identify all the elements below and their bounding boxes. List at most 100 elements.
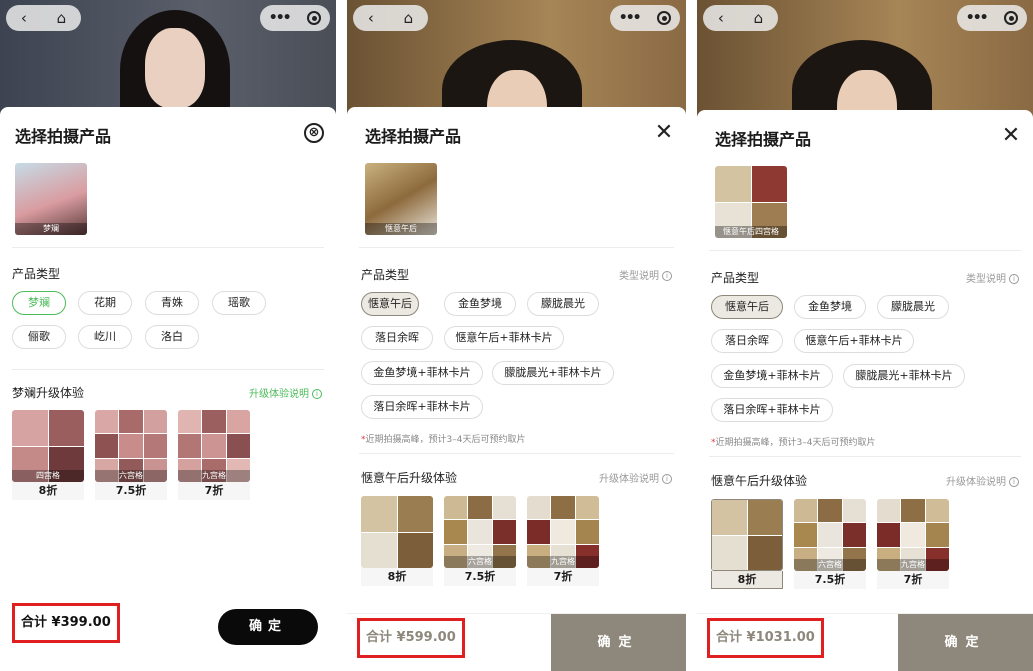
confirm-button[interactable]: 确定	[551, 614, 686, 671]
info-icon: i	[662, 474, 672, 484]
close-miniprogram-icon[interactable]	[657, 11, 672, 25]
chip-luobai[interactable]: 洛白	[145, 325, 199, 349]
upgrade-option-9grid[interactable]: 九宫格 7折	[178, 410, 250, 500]
upgrade-option-4grid[interactable]: 8折	[361, 496, 433, 586]
divider	[12, 247, 324, 248]
home-icon[interactable]: ⌂	[754, 10, 764, 26]
chip-menglong-chenguang[interactable]: 朦胧晨光	[877, 295, 949, 319]
upgrade-help-link[interactable]: 升级体验说明 i	[946, 473, 1019, 488]
product-sheet: 选择拍摄产品 ✕ 惬意午后 产品类型 类型说明 i 惬意午后 金鱼梦境 朦胧晨光 …	[347, 107, 686, 671]
close-icon[interactable]: ⊗	[304, 123, 324, 143]
upgrade-caption: 九宫格	[527, 556, 599, 568]
chip-jinyu-mengjing[interactable]: 金鱼梦境	[444, 292, 516, 316]
back-icon[interactable]: ‹	[368, 10, 374, 26]
chip-qieyi-feilin[interactable]: 惬意午后+菲林卡片	[444, 326, 564, 350]
chip-luori-feilin[interactable]: 落日余晖+菲林卡片	[711, 398, 833, 422]
note-text: 近期拍摄高峰，预计3–4天后可预约取片	[365, 435, 526, 445]
upgrade-help-link[interactable]: 升级体验说明 i	[599, 470, 672, 485]
more-icon[interactable]: •••	[269, 11, 292, 25]
divider	[709, 456, 1021, 457]
upgrade-label: 惬意午后升级体验	[361, 471, 458, 485]
home-icon[interactable]: ⌂	[57, 10, 67, 26]
product-sheet: 选择拍摄产品 ✕ 惬意午后四宫格 产品类型 类型说明 i 惬意午后 金鱼梦境 朦胧…	[697, 110, 1033, 671]
info-icon: i	[1009, 274, 1019, 284]
upgrade-discount: 8折	[12, 482, 84, 500]
upgrade-image: 九宫格	[178, 410, 250, 482]
chip-lige[interactable]: 俪歌	[12, 325, 66, 349]
chip-qieyi-wuhou[interactable]: 惬意午后	[361, 292, 419, 316]
upgrade-option-6grid[interactable]: 六宫格 7.5折	[794, 499, 866, 589]
upgrade-caption: 六宫格	[444, 556, 516, 568]
chip-mengdan[interactable]: 梦斓	[12, 291, 66, 315]
close-miniprogram-icon[interactable]	[1004, 11, 1019, 25]
upgrade-discount: 8折	[361, 568, 433, 586]
upgrade-options: 8折 六宫格 7.5折 九宫格 7折	[711, 499, 1031, 591]
upgrade-image: 九宫格	[527, 496, 599, 568]
chip-huaqi[interactable]: 花期	[78, 291, 132, 315]
chip-jinyu-feilin[interactable]: 金鱼梦境+菲林卡片	[711, 364, 833, 388]
chip-menglong-feilin[interactable]: 朦胧晨光+菲林卡片	[492, 361, 614, 385]
divider	[709, 250, 1021, 251]
upgrade-option-6grid[interactable]: 六宫格 7.5折	[95, 410, 167, 500]
upgrade-image: 六宫格	[95, 410, 167, 482]
nav-capsule: •••	[610, 5, 680, 31]
chip-menglong-feilin[interactable]: 朦胧晨光+菲林卡片	[843, 364, 965, 388]
more-icon[interactable]: •••	[619, 11, 642, 25]
home-icon[interactable]: ⌂	[404, 10, 414, 26]
chip-yichuan[interactable]: 屹川	[78, 325, 132, 349]
nav-back-home: ‹ ⌂	[703, 5, 778, 31]
upgrade-caption: 九宫格	[877, 559, 949, 571]
back-icon[interactable]: ‹	[718, 10, 724, 26]
confirm-button[interactable]: 确定	[898, 614, 1033, 671]
product-type-label: 产品类型	[12, 267, 61, 281]
upgrade-option-4grid[interactable]: 四宫格 8折	[12, 410, 84, 500]
upgrade-option-9grid[interactable]: 九宫格 7折	[877, 499, 949, 589]
product-caption: 惬意午后	[365, 223, 437, 235]
product-caption: 惬意午后四宫格	[715, 226, 787, 238]
upgrade-option-9grid[interactable]: 九宫格 7折	[527, 496, 599, 586]
chip-qieyi-wuhou[interactable]: 惬意午后	[711, 295, 783, 319]
chip-jinyu-mengjing[interactable]: 金鱼梦境	[794, 295, 866, 319]
confirm-button[interactable]: 确定	[218, 609, 318, 645]
product-thumbnail[interactable]: 梦斓	[15, 163, 87, 235]
upgrade-option-6grid[interactable]: 六宫格 7.5折	[444, 496, 516, 586]
more-icon[interactable]: •••	[966, 11, 989, 25]
upgrade-image: 六宫格	[794, 499, 866, 571]
chip-luori-yuhui[interactable]: 落日余晖	[711, 329, 783, 353]
close-miniprogram-icon[interactable]	[307, 11, 322, 25]
upgrade-image: 四宫格	[12, 410, 84, 482]
chip-menglong-chenguang[interactable]: 朦胧晨光	[527, 292, 599, 316]
upgrade-help-text: 升级体验说明	[599, 474, 659, 485]
close-icon[interactable]: ✕	[654, 122, 674, 144]
note-text: 近期拍摄高峰，预计3–4天后可预约取片	[715, 438, 876, 448]
chip-jinyu-feilin[interactable]: 金鱼梦境+菲林卡片	[361, 361, 483, 385]
upgrade-caption: 六宫格	[794, 559, 866, 571]
sheet-title: 选择拍摄产品	[15, 127, 112, 146]
nav-capsule: •••	[260, 5, 330, 31]
nav-back-home: ‹ ⌂	[353, 5, 428, 31]
footer-bar: 合计 ¥399.00 确定	[0, 603, 336, 663]
upgrade-image: 九宫格	[877, 499, 949, 571]
upgrade-help-link[interactable]: 升级体验说明 i	[249, 385, 322, 400]
product-thumbnail[interactable]: 惬意午后	[365, 163, 437, 235]
upgrade-options: 8折 六宫格 7.5折 九宫格 7折	[361, 496, 681, 588]
upgrade-option-4grid[interactable]: 8折	[711, 499, 783, 589]
back-icon[interactable]: ‹	[21, 10, 27, 26]
info-icon: i	[312, 389, 322, 399]
booking-note: *近期拍摄高峰，预计3–4天后可预约取片	[361, 432, 525, 445]
nav-capsule: •••	[957, 5, 1027, 31]
chip-yaoge[interactable]: 瑶歌	[212, 291, 266, 315]
product-thumbnail[interactable]: 惬意午后四宫格	[715, 166, 787, 238]
close-icon[interactable]: ✕	[1001, 125, 1021, 147]
chip-qingshu[interactable]: 青姝	[145, 291, 199, 315]
upgrade-discount: 7.5折	[95, 482, 167, 500]
type-help-link[interactable]: 类型说明 i	[619, 267, 672, 282]
upgrade-image: 六宫格	[444, 496, 516, 568]
upgrade-caption: 九宫格	[178, 470, 250, 482]
chip-luori-yuhui[interactable]: 落日余晖	[361, 326, 433, 350]
chip-luori-feilin[interactable]: 落日余晖+菲林卡片	[361, 395, 483, 419]
upgrade-discount: 7折	[178, 482, 250, 500]
chip-qieyi-feilin[interactable]: 惬意午后+菲林卡片	[794, 329, 914, 353]
type-help-link[interactable]: 类型说明 i	[966, 270, 1019, 285]
total-price: 合计 ¥599.00	[357, 618, 465, 658]
